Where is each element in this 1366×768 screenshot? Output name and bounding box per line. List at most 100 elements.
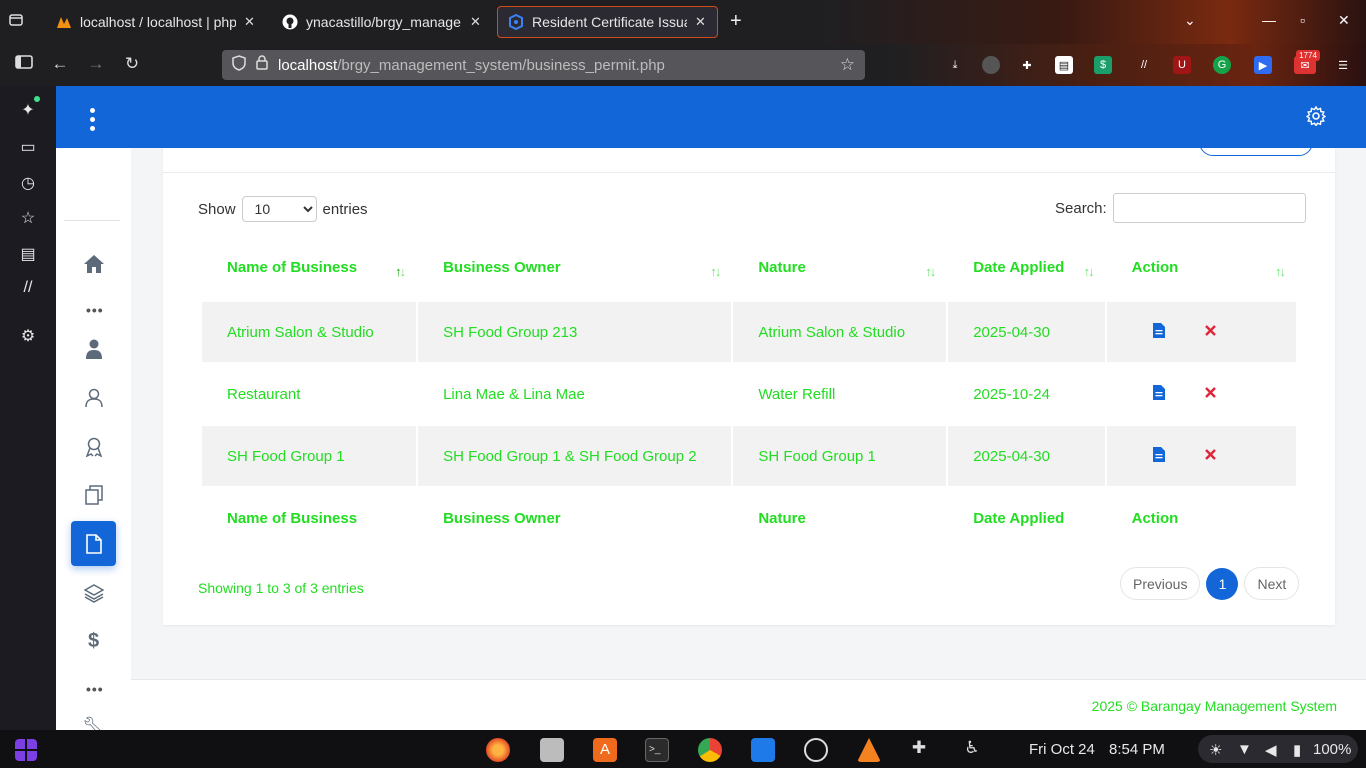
view-document-icon[interactable]	[1152, 446, 1165, 462]
maximize-icon[interactable]: ▫	[1300, 12, 1305, 28]
brightness-icon[interactable]: ☀	[1209, 741, 1222, 759]
url-text[interactable]: localhost/brgy_management_system/busines…	[278, 57, 830, 74]
chrome-icon[interactable]	[698, 738, 722, 762]
tab-list-icon[interactable]	[8, 12, 30, 32]
sidebar-item-dashboard[interactable]	[71, 241, 116, 286]
obs-icon[interactable]	[804, 738, 828, 762]
column-header-owner[interactable]: Business Owner ↑↓	[418, 234, 731, 300]
bookmarks-icon[interactable]: ☆	[18, 208, 38, 228]
delete-x-icon[interactable]	[1204, 448, 1216, 460]
firefox-icon[interactable]	[486, 738, 510, 762]
tab-close-icon[interactable]: ✕	[470, 14, 482, 30]
new-tab-icon[interactable]: +	[730, 10, 742, 33]
menu-icon[interactable]: ☰	[1334, 56, 1352, 74]
settings-gear-icon[interactable]	[1305, 105, 1328, 128]
address-bar[interactable]: localhost/brgy_management_system/busines…	[222, 50, 865, 80]
file-icon	[85, 533, 102, 554]
synced-devices-icon[interactable]: ▭	[18, 137, 38, 157]
start-menu-icon[interactable]	[15, 739, 37, 761]
shield-icon[interactable]	[232, 54, 246, 76]
tab-phpmyadmin[interactable]: localhost / localhost | php ✕	[46, 6, 266, 38]
page-1-button[interactable]: 1	[1206, 567, 1239, 600]
sidebar-section-more-icon: •••	[86, 302, 104, 318]
reload-icon[interactable]: ↻	[120, 54, 144, 74]
sidebar-toggle-icon[interactable]	[12, 54, 36, 75]
extension-circle-icon[interactable]	[982, 56, 1000, 74]
history-icon[interactable]: ◷	[18, 173, 38, 193]
footer-header-date: Date Applied	[973, 509, 1065, 527]
sidebar-item-residents[interactable]	[71, 375, 116, 420]
delete-x-icon[interactable]	[1204, 324, 1216, 336]
volume-icon[interactable]: ◀	[1265, 741, 1277, 759]
docs-icon[interactable]	[751, 738, 775, 762]
column-header-nature[interactable]: Nature ↑↓	[733, 234, 946, 300]
url-path: /brgy_management_system/business_permit.…	[337, 56, 665, 74]
delete-x-icon[interactable]	[1204, 386, 1216, 398]
stylus-icon[interactable]: //	[1135, 56, 1153, 74]
lock-icon[interactable]	[256, 55, 268, 75]
table-row: SH Food Group 1 SH Food Group 1 & SH Foo…	[202, 426, 1296, 486]
column-header-date[interactable]: Date Applied ↑↓	[948, 234, 1104, 300]
translate-icon[interactable]: ▶	[1254, 56, 1272, 74]
vlc-icon[interactable]	[857, 738, 881, 762]
column-header-name[interactable]: Name of Business ↑↓	[202, 234, 416, 300]
entries-per-page-select[interactable]: 10	[241, 196, 317, 222]
home-icon	[83, 254, 104, 273]
search-input[interactable]	[1112, 193, 1306, 223]
ublock-icon[interactable]: U	[1173, 56, 1191, 74]
sidebar-item-payments[interactable]: $	[71, 619, 116, 664]
app-store-icon[interactable]: A	[593, 738, 617, 762]
puzzle-icon[interactable]: ✚	[1018, 56, 1036, 74]
search-label: Search:	[1055, 199, 1107, 217]
next-page-button[interactable]: Next	[1244, 567, 1300, 600]
tab-close-icon[interactable]: ✕	[695, 14, 707, 30]
tab-resident-certificate[interactable]: Resident Certificate Issua ✕	[497, 6, 718, 38]
layers-icon	[83, 583, 104, 603]
settings-icon[interactable]: ⚙	[18, 326, 38, 346]
tab-close-icon[interactable]: ✕	[244, 14, 256, 30]
money-extension-icon[interactable]: $	[1094, 56, 1112, 74]
table-footer-row: Name of Business Business Owner Nature D…	[202, 488, 1296, 548]
sidebar-item-blotter[interactable]	[71, 570, 116, 615]
terminal-icon[interactable]: >_	[645, 738, 669, 762]
chevron-down-icon[interactable]: ⌄	[1184, 12, 1196, 29]
cell-business-name: SH Food Group 1	[202, 426, 417, 486]
sidebar-item-business-permit[interactable]	[71, 521, 116, 566]
back-icon[interactable]: ←	[48, 54, 72, 74]
page-footer: 2025 © Barangay Management System	[131, 679, 1366, 730]
battery-icon[interactable]: ▮	[1293, 741, 1301, 759]
sidebar-item-documents[interactable]	[71, 472, 116, 517]
window-close-icon[interactable]: ✕	[1338, 12, 1350, 29]
wifi-icon[interactable]: ▼	[1237, 741, 1252, 758]
column-header-action[interactable]: Action ↑↓	[1107, 234, 1296, 300]
accessibility-icon[interactable]: ♿︎	[960, 738, 984, 762]
sort-icon: ↑↓	[1083, 264, 1095, 279]
puzzle-tray-icon[interactable]: ✚	[907, 738, 931, 762]
download-icon[interactable]: ⤓	[946, 56, 964, 74]
view-document-icon[interactable]	[1152, 322, 1165, 338]
forward-icon[interactable]: →	[84, 54, 108, 74]
reading-list-icon[interactable]: ▤	[18, 244, 38, 264]
cell-date-applied: 2025-10-24	[973, 385, 1050, 403]
view-document-icon[interactable]	[1152, 384, 1165, 400]
footer-copyright: 2025 © Barangay Management System	[1091, 698, 1337, 714]
tab-github[interactable]: ynacastillo/brgy_manage ✕	[272, 6, 492, 38]
reader-icon[interactable]: ▤	[1055, 56, 1073, 74]
url-host: localhost	[278, 56, 338, 74]
taskbar-date[interactable]: Fri Oct 24	[1029, 741, 1095, 758]
sidebar-item-tools[interactable]: 🔧︎	[71, 704, 116, 730]
cell-action	[1106, 426, 1296, 486]
sidebar-toggle-kebab-icon[interactable]	[90, 108, 96, 131]
grammarly-icon[interactable]: G	[1213, 56, 1231, 74]
cell-nature: SH Food Group 1	[733, 426, 947, 486]
previous-page-button[interactable]: Previous	[1120, 567, 1201, 600]
ai-sparkle-icon[interactable]: ✦	[18, 100, 38, 120]
sidebar-item-certificates[interactable]	[71, 424, 116, 469]
header-action-button[interactable]	[1199, 128, 1313, 156]
files-icon[interactable]	[540, 738, 564, 762]
sidebar-item-officials[interactable]	[71, 326, 116, 371]
library-icon[interactable]: //	[18, 279, 38, 299]
taskbar-time[interactable]: 8:54 PM	[1109, 741, 1165, 758]
minimize-icon[interactable]: —	[1262, 12, 1276, 28]
bookmark-star-icon[interactable]: ☆	[840, 55, 855, 75]
